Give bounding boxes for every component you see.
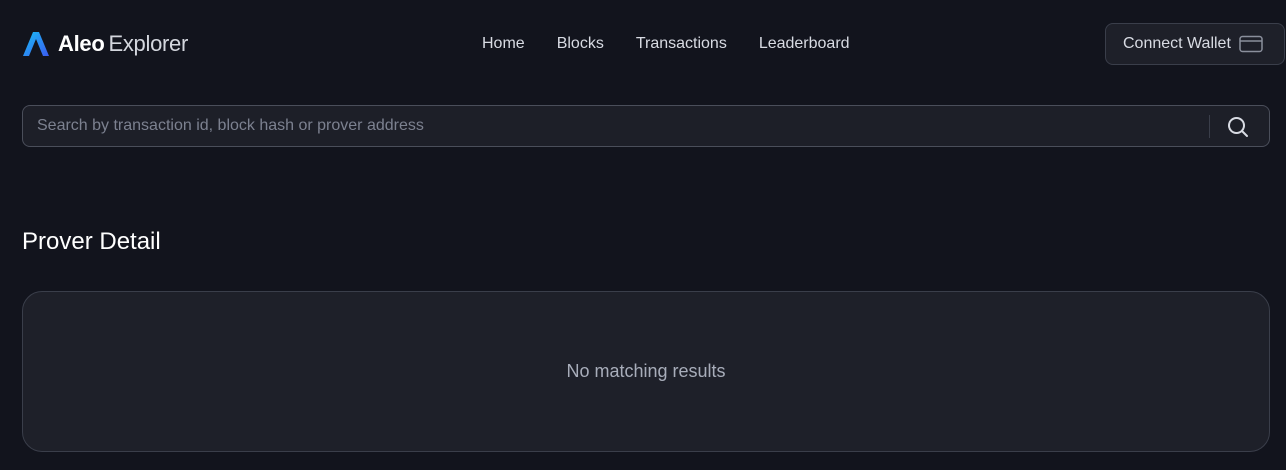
nav-transactions[interactable]: Transactions	[636, 34, 727, 54]
empty-state-message: No matching results	[566, 361, 726, 381]
wallet-icon	[1239, 35, 1263, 53]
connect-wallet-button[interactable]: Connect Wallet	[1105, 23, 1285, 65]
search-divider	[1209, 115, 1210, 138]
search-bar	[22, 105, 1270, 147]
search-input[interactable]	[35, 106, 1195, 146]
brand-subtitle: Explorer	[108, 31, 189, 56]
header: Aleo Explorer Home Blocks Transactions L…	[0, 0, 1286, 90]
nav-home[interactable]: Home	[482, 34, 525, 54]
search-icon[interactable]	[1225, 114, 1251, 140]
prover-detail-card: No matching results	[22, 291, 1270, 452]
connect-wallet-label: Connect Wallet	[1123, 35, 1231, 52]
nav-leaderboard[interactable]: Leaderboard	[759, 34, 850, 54]
page-title: Prover Detail	[22, 228, 161, 255]
brand-logo[interactable]: Aleo Explorer	[22, 30, 188, 58]
nav-blocks[interactable]: Blocks	[557, 34, 604, 54]
brand-name: Aleo	[58, 31, 105, 56]
main-nav: Home Blocks Transactions Leaderboard	[482, 34, 882, 54]
aleo-logo-icon	[23, 32, 49, 56]
